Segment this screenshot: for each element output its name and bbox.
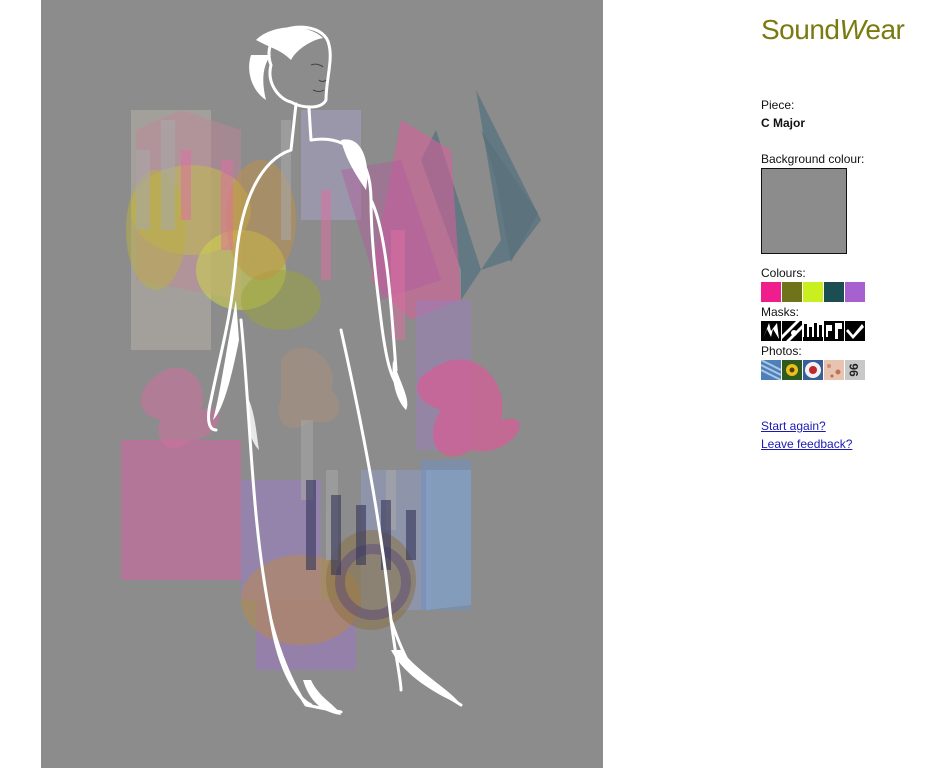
leave-feedback-link[interactable]: Leave feedback? xyxy=(761,437,852,451)
photo-thumb-number-text: 96 xyxy=(846,363,861,377)
colour-swatch-olive[interactable] xyxy=(782,282,802,302)
start-again-link[interactable]: Start again? xyxy=(761,419,826,433)
photo-thumb-target[interactable] xyxy=(803,360,823,380)
colour-swatch-lime[interactable] xyxy=(803,282,823,302)
background-colour-label: Background colour: xyxy=(761,152,865,166)
colour-swatch-teal[interactable] xyxy=(824,282,844,302)
piece-label: Piece: xyxy=(761,98,795,112)
mask-list xyxy=(761,321,865,341)
brand-logo: SoundWear xyxy=(761,14,905,45)
artwork-svg xyxy=(41,0,603,768)
mask-pattern-icon[interactable] xyxy=(824,321,844,341)
colour-swatch-purple[interactable] xyxy=(845,282,865,302)
colour-swatch-pink[interactable] xyxy=(761,282,781,302)
photo-thumb-number[interactable]: 96 xyxy=(845,360,865,380)
artwork-canvas[interactable] xyxy=(41,0,603,768)
mask-stripes-icon[interactable] xyxy=(782,321,802,341)
page: SoundWear Piece: C Major Background colo… xyxy=(0,0,950,768)
mask-check-icon[interactable] xyxy=(845,321,865,341)
masks-label: Masks: xyxy=(761,305,800,319)
photo-thumb-pattern[interactable] xyxy=(824,360,844,380)
colour-swatches xyxy=(761,282,865,302)
mask-zigzag-icon[interactable] xyxy=(761,321,781,341)
photo-list: 96 xyxy=(761,360,865,380)
colours-label: Colours: xyxy=(761,266,806,280)
background-colour-swatch[interactable] xyxy=(761,168,847,254)
photo-thumb-blue-fabric[interactable] xyxy=(761,360,781,380)
photo-thumb-flower[interactable] xyxy=(782,360,802,380)
photos-label: Photos: xyxy=(761,344,802,358)
mask-bars-icon[interactable] xyxy=(803,321,823,341)
piece-value: C Major xyxy=(761,116,806,130)
